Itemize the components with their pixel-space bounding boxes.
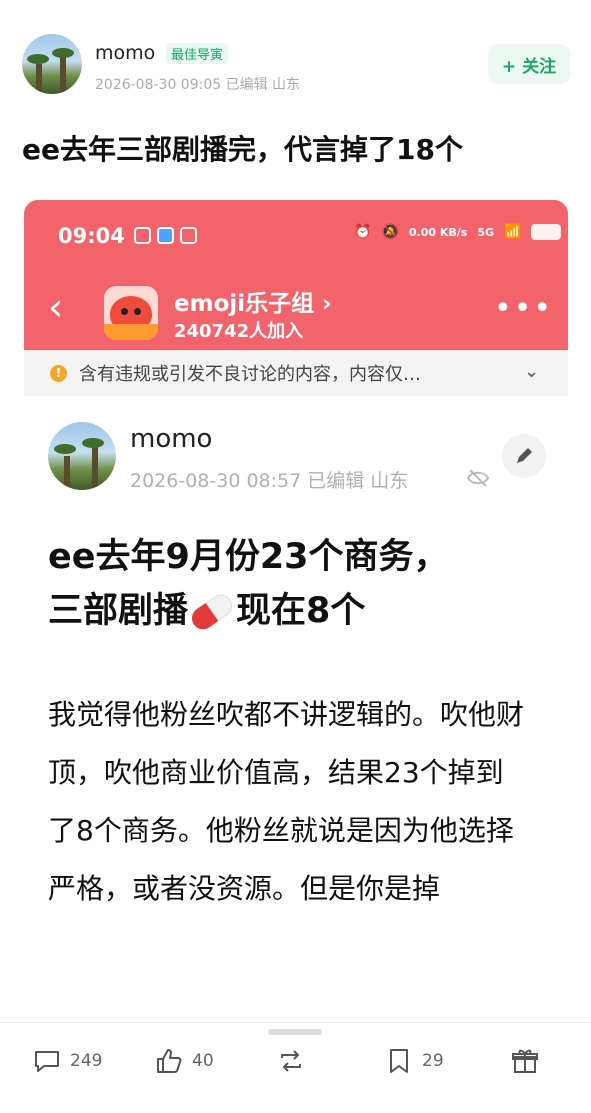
comment-count: 249 xyxy=(70,1051,103,1071)
like-button[interactable]: 40 xyxy=(154,1045,214,1077)
network-speed: 0.00 KB/s xyxy=(408,225,468,239)
inner-title-line1: ee去年9月份23个商务， xyxy=(48,537,449,577)
inner-title-line2a: 三部剧播 xyxy=(48,591,189,631)
alarm-icon: ⏰ xyxy=(354,224,372,240)
inner-title: ee去年9月份23个商务， 三部剧播 现在8个 xyxy=(48,530,548,638)
screenshot-header: 09:04 ⏰ 🔕 0.00 KB/s 5G 📶 ‹ emoji乐子组 › 24… xyxy=(24,200,568,350)
warning-text: 含有违规或引发不良讨论的内容，内容仅… xyxy=(79,364,421,385)
collect-button[interactable]: 29 xyxy=(384,1045,444,1077)
embedded-screenshot[interactable]: 09:04 ⏰ 🔕 0.00 KB/s 5G 📶 ‹ emoji乐子组 › 24… xyxy=(24,200,568,1020)
group-name[interactable]: emoji乐子组 › xyxy=(174,284,332,318)
app-icon xyxy=(180,227,197,244)
post-meta: 2026-08-30 09:05 已编辑 山东 xyxy=(95,77,301,93)
status-indicators: ⏰ 🔕 0.00 KB/s 5G 📶 xyxy=(354,224,562,240)
comment-button[interactable]: 249 xyxy=(32,1045,102,1077)
chevron-down-icon[interactable]: ⌄ xyxy=(524,361,539,382)
post-title: ee去年三部剧播完，代言掉了18个 xyxy=(22,133,463,166)
status-time: 09:04 xyxy=(58,224,125,248)
avatar[interactable] xyxy=(22,34,82,94)
inner-avatar[interactable] xyxy=(48,422,116,490)
eye-off-icon xyxy=(466,469,490,487)
inner-meta: 2026-08-30 08:57 已编辑 山东 xyxy=(130,470,409,492)
pencil-icon xyxy=(517,448,532,463)
drag-handle[interactable] xyxy=(268,1029,322,1035)
gift-button[interactable] xyxy=(510,1045,540,1077)
app-icon xyxy=(134,227,151,244)
repost-button[interactable] xyxy=(276,1045,306,1077)
group-member-count: 240742人加入 xyxy=(174,321,304,342)
warning-bar[interactable]: ! 含有违规或引发不良讨论的内容，内容仅… ⌄ xyxy=(24,350,568,396)
collect-count: 29 xyxy=(422,1051,444,1071)
post-header: momo 最佳导寅 2026-08-30 09:05 已编辑 山东 + 关注 xyxy=(22,34,570,98)
status-app-icons xyxy=(134,227,197,244)
username[interactable]: momo xyxy=(95,42,155,64)
user-badge: 最佳导寅 xyxy=(166,43,229,64)
like-count: 40 xyxy=(192,1051,214,1071)
app-icon xyxy=(157,227,174,244)
inner-title-line2b: 现在8个 xyxy=(236,591,366,631)
wifi-icon: 📶 xyxy=(504,224,522,240)
group-avatar[interactable] xyxy=(104,286,158,340)
follow-button[interactable]: + 关注 xyxy=(488,44,570,84)
more-icon[interactable]: ••• xyxy=(494,294,553,324)
inner-username[interactable]: momo xyxy=(130,424,212,454)
back-icon[interactable]: ‹ xyxy=(48,288,63,326)
bookmark-icon xyxy=(390,1049,408,1073)
pill-icon xyxy=(187,590,237,634)
thumbs-up-icon xyxy=(157,1049,182,1073)
inner-body: 我觉得他粉丝吹都不讲逻辑的。吹他财顶，吹他商业价值高，结果23个掉到了8个商务。… xyxy=(48,698,525,905)
network-type: 5G xyxy=(477,225,495,239)
action-bar: 249 40 29 xyxy=(0,1022,591,1113)
edit-button[interactable] xyxy=(502,434,546,478)
comment-icon xyxy=(35,1051,59,1072)
battery-icon xyxy=(531,224,562,240)
repost-icon xyxy=(281,1050,301,1072)
gift-icon xyxy=(512,1049,538,1073)
warning-icon: ! xyxy=(50,364,67,382)
mute-icon: 🔕 xyxy=(381,224,399,240)
